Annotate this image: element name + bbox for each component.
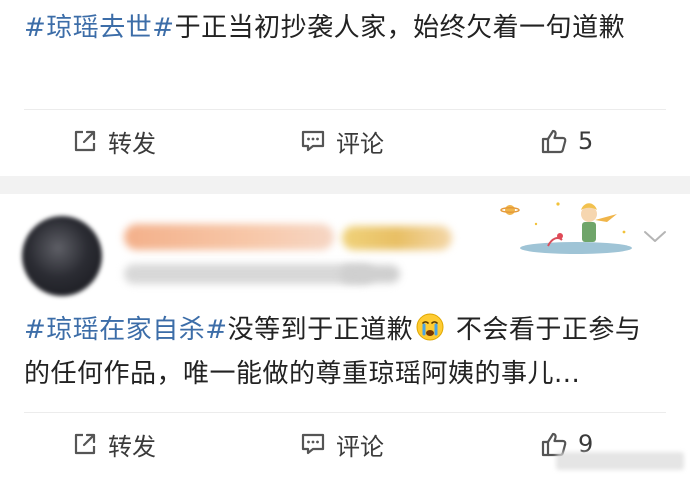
post-1-comment-label: 评论 <box>336 129 384 158</box>
post-1-repost-button[interactable]: 转发 <box>72 110 156 172</box>
post-1-body: 于正当初抄袭人家，始终欠着一句道歉 <box>174 13 626 43</box>
avatar[interactable] <box>22 216 102 296</box>
post-1-action-bar: 转发 评论 5 <box>0 110 690 172</box>
post-1-hashtag[interactable]: #琼瑶去世# <box>24 13 175 43</box>
repost-icon <box>74 433 96 455</box>
post-1-repost-label: 转发 <box>108 129 156 158</box>
blurred-watermark <box>556 452 684 470</box>
post-1-comment-button[interactable]: 评论 <box>300 110 384 172</box>
post-2-repost-label: 转发 <box>108 432 156 461</box>
post-2-comment-button[interactable]: 评论 <box>300 413 384 475</box>
crying-face-icon <box>416 313 444 341</box>
post-2-repost-button[interactable]: 转发 <box>72 413 156 475</box>
post-2-comment-label: 评论 <box>336 432 384 461</box>
blurred-post-meta <box>124 264 374 284</box>
repost-icon <box>74 130 96 152</box>
post-1-like-count: 5 <box>578 127 594 155</box>
blurred-post-source <box>340 265 400 283</box>
post-2-body-before-emoji: 没等到于正道歉 <box>227 315 414 345</box>
post-2-text: #琼瑶在家自杀#没等到于正道歉 不会看于正参与的任何作品，唯一能做的尊重琼瑶阿姨… <box>24 308 660 396</box>
post-1-like-button[interactable]: 5 <box>540 110 593 172</box>
blurred-username[interactable] <box>124 224 334 250</box>
thumbs-up-icon <box>541 129 567 154</box>
little-prince-sticker-icon <box>500 202 632 254</box>
chevron-down-icon[interactable] <box>642 226 668 246</box>
comment-icon <box>301 130 325 152</box>
post-2-hashtag[interactable]: #琼瑶在家自杀# <box>24 315 228 345</box>
blurred-badge <box>342 226 452 250</box>
post-1-text: #琼瑶去世#于正当初抄袭人家，始终欠着一句道歉 <box>24 6 660 50</box>
comment-icon <box>301 433 325 455</box>
